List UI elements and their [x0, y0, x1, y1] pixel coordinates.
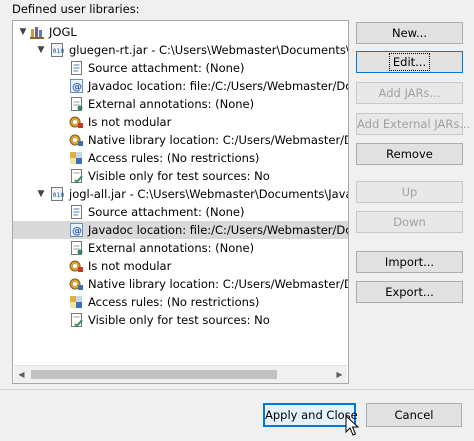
javadoc-icon: @	[69, 223, 84, 237]
attribute-label: Access rules: (No restrictions)	[88, 295, 260, 309]
chevron-down-icon[interactable]: ▼	[17, 23, 29, 41]
tree-item-attribute[interactable]: Access rules: (No restrictions)	[13, 149, 348, 167]
tree-item-attribute[interactable]: Native library location: C:/Users/Webmas…	[13, 275, 348, 293]
native-library-icon	[69, 277, 84, 291]
apply-and-close-button[interactable]: Apply and Close	[263, 403, 358, 427]
svg-text:010: 010	[53, 191, 65, 199]
attribute-label: Is not modular	[88, 259, 172, 273]
test-sources-icon	[69, 313, 84, 328]
horizontal-scrollbar[interactable]: ◀ ▶	[14, 365, 347, 383]
access-rules-icon	[69, 295, 84, 309]
attribute-label: Javadoc location: file:/C:/Users/Webmast…	[88, 79, 348, 93]
chevron-down-icon[interactable]: ▼	[35, 41, 47, 59]
libraries-tree[interactable]: ▼ JOGL ▼ 010 gluegen-rt.jar - C:\Users\W…	[12, 20, 349, 384]
chevron-down-icon[interactable]: ▼	[35, 185, 47, 203]
library-name: JOGL	[49, 25, 77, 39]
cancel-button[interactable]: Cancel	[366, 403, 462, 427]
jar-name: jogl-all.jar - C:\Users\Webmaster\Docume…	[69, 187, 348, 201]
attribute-label: External annotations: (None)	[88, 241, 255, 255]
tree-item-attribute[interactable]: Is not modular	[13, 113, 348, 131]
tree-item-attribute-selected[interactable]: @ Javadoc location: file:/C:/Users/Webma…	[13, 221, 348, 239]
native-library-icon	[69, 133, 84, 147]
attribute-label: Source attachment: (None)	[88, 61, 245, 75]
up-button[interactable]: Up	[356, 181, 463, 203]
attribute-label: Visible only for test sources: No	[88, 313, 270, 327]
defined-user-libraries-label: Defined user libraries:	[12, 2, 140, 16]
javadoc-icon: @	[69, 79, 84, 93]
svg-text:@: @	[72, 82, 82, 93]
tree-item-attribute[interactable]: Source attachment: (None)	[13, 59, 348, 77]
tree-item-attribute[interactable]: Visible only for test sources: No	[13, 167, 348, 185]
edit-button-label: Edit...	[388, 53, 431, 71]
jar-icon: 010	[50, 43, 65, 57]
attribute-label: External annotations: (None)	[88, 97, 255, 111]
attribute-label: Javadoc location: file:/C:/Users/Webmast…	[88, 223, 348, 237]
tree-item-attribute[interactable]: Native library location: C:/Users/Webmas…	[13, 131, 348, 149]
add-jars-button[interactable]: Add JARs...	[356, 82, 463, 104]
attribute-label: Visible only for test sources: No	[88, 169, 270, 183]
remove-button[interactable]: Remove	[356, 143, 463, 165]
svg-text:@: @	[72, 226, 82, 237]
tree-item-attribute[interactable]: @ Javadoc location: file:/C:/Users/Webma…	[13, 77, 348, 95]
external-annotations-icon	[69, 97, 84, 111]
edit-button[interactable]: Edit...	[356, 51, 463, 73]
tree-item-attribute[interactable]: Is not modular	[13, 257, 348, 275]
source-attachment-icon	[69, 61, 84, 75]
export-button[interactable]: Export...	[356, 281, 463, 303]
tree-item-attribute[interactable]: Visible only for test sources: No	[13, 311, 348, 329]
mouse-pointer-icon	[345, 414, 360, 437]
down-button[interactable]: Down	[356, 211, 463, 233]
import-button[interactable]: Import...	[356, 251, 463, 273]
scrollbar-thumb[interactable]	[31, 370, 277, 379]
jar-name: gluegen-rt.jar - C:\Users\Webmaster\Docu…	[69, 43, 348, 57]
svg-text:010: 010	[53, 47, 65, 55]
tree-item-attribute[interactable]: Access rules: (No restrictions)	[13, 293, 348, 311]
attribute-label: Source attachment: (None)	[88, 205, 245, 219]
attribute-label: Native library location: C:/Users/Webmas…	[88, 133, 348, 147]
attribute-label: Native library location: C:/Users/Webmas…	[88, 277, 348, 291]
footer-separator	[0, 389, 474, 390]
library-icon	[30, 25, 45, 39]
jar-icon: 010	[50, 187, 65, 201]
tree-item-jar[interactable]: ▼ 010 gluegen-rt.jar - C:\Users\Webmaste…	[13, 41, 348, 59]
attribute-label: Access rules: (No restrictions)	[88, 151, 260, 165]
tree-item-attribute[interactable]: External annotations: (None)	[13, 95, 348, 113]
module-icon	[69, 259, 84, 273]
attribute-label: Is not modular	[88, 115, 172, 129]
source-attachment-icon	[69, 205, 84, 219]
test-sources-icon	[69, 169, 84, 184]
add-external-jars-button[interactable]: Add External JARs...	[356, 113, 470, 135]
scroll-right-icon[interactable]: ▶	[332, 366, 347, 383]
tree-item-library[interactable]: ▼ JOGL	[13, 23, 348, 41]
tree-item-attribute[interactable]: Source attachment: (None)	[13, 203, 348, 221]
access-rules-icon	[69, 151, 84, 165]
scroll-left-icon[interactable]: ◀	[14, 366, 29, 383]
new-button[interactable]: New...	[356, 22, 463, 44]
tree-item-attribute[interactable]: External annotations: (None)	[13, 239, 348, 257]
external-annotations-icon	[69, 241, 84, 255]
tree-item-jar[interactable]: ▼ 010 jogl-all.jar - C:\Users\Webmaster\…	[13, 185, 348, 203]
module-icon	[69, 115, 84, 129]
